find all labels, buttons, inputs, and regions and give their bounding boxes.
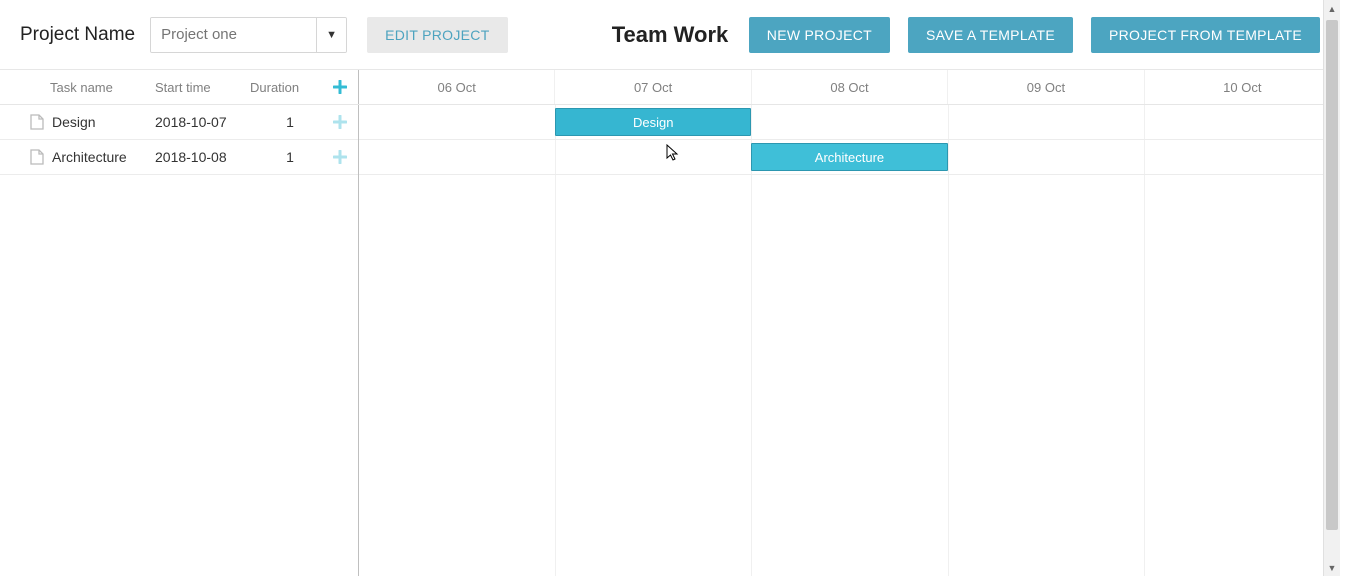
add-subtask-button[interactable] [320,150,359,164]
file-icon [30,149,44,165]
task-duration: 1 [250,149,320,165]
scroll-up-arrow-icon[interactable]: ▲ [1324,0,1341,17]
timeline-header-cell: 10 Oct [1145,70,1340,104]
task-name: Architecture [52,149,127,165]
task-start: 2018-10-08 [155,149,250,165]
task-duration: 1 [250,114,320,130]
plus-icon [333,150,347,164]
table-row[interactable]: Architecture 2018-10-08 1 [0,140,358,175]
add-task-header-button[interactable] [320,80,359,94]
column-header-start: Start time [155,80,250,95]
plus-icon [333,80,347,94]
timeline-header-cell: 06 Oct [359,70,555,104]
project-from-template-button[interactable]: PROJECT FROM TEMPLATE [1091,17,1320,53]
vertical-scrollbar[interactable]: ▲ ▼ [1323,0,1340,576]
timeline-header-cell: 07 Oct [555,70,751,104]
timeline-header-cell: 09 Oct [948,70,1144,104]
gantt-bar-architecture[interactable]: Architecture [751,143,947,171]
project-select[interactable]: ▼ [150,17,347,53]
file-icon [30,114,44,130]
project-name-label: Project Name [20,24,135,46]
table-row[interactable]: Design 2018-10-07 1 [0,105,358,140]
chevron-down-icon[interactable]: ▼ [316,18,346,52]
column-header-task: Task name [0,80,155,95]
task-start: 2018-10-07 [155,114,250,130]
timeline-header-cell: 08 Oct [752,70,948,104]
page-title: Team Work [612,22,729,48]
scroll-thumb[interactable] [1326,20,1338,530]
gantt-bar-design[interactable]: Design [555,108,751,136]
plus-icon [333,115,347,129]
add-subtask-button[interactable] [320,115,359,129]
new-project-button[interactable]: NEW PROJECT [749,17,890,53]
edit-project-button[interactable]: EDIT PROJECT [367,17,507,53]
column-header-duration: Duration [250,80,320,95]
save-template-button[interactable]: SAVE A TEMPLATE [908,17,1073,53]
project-select-input[interactable] [151,18,316,52]
task-name: Design [52,114,96,130]
scroll-down-arrow-icon[interactable]: ▼ [1324,559,1341,576]
